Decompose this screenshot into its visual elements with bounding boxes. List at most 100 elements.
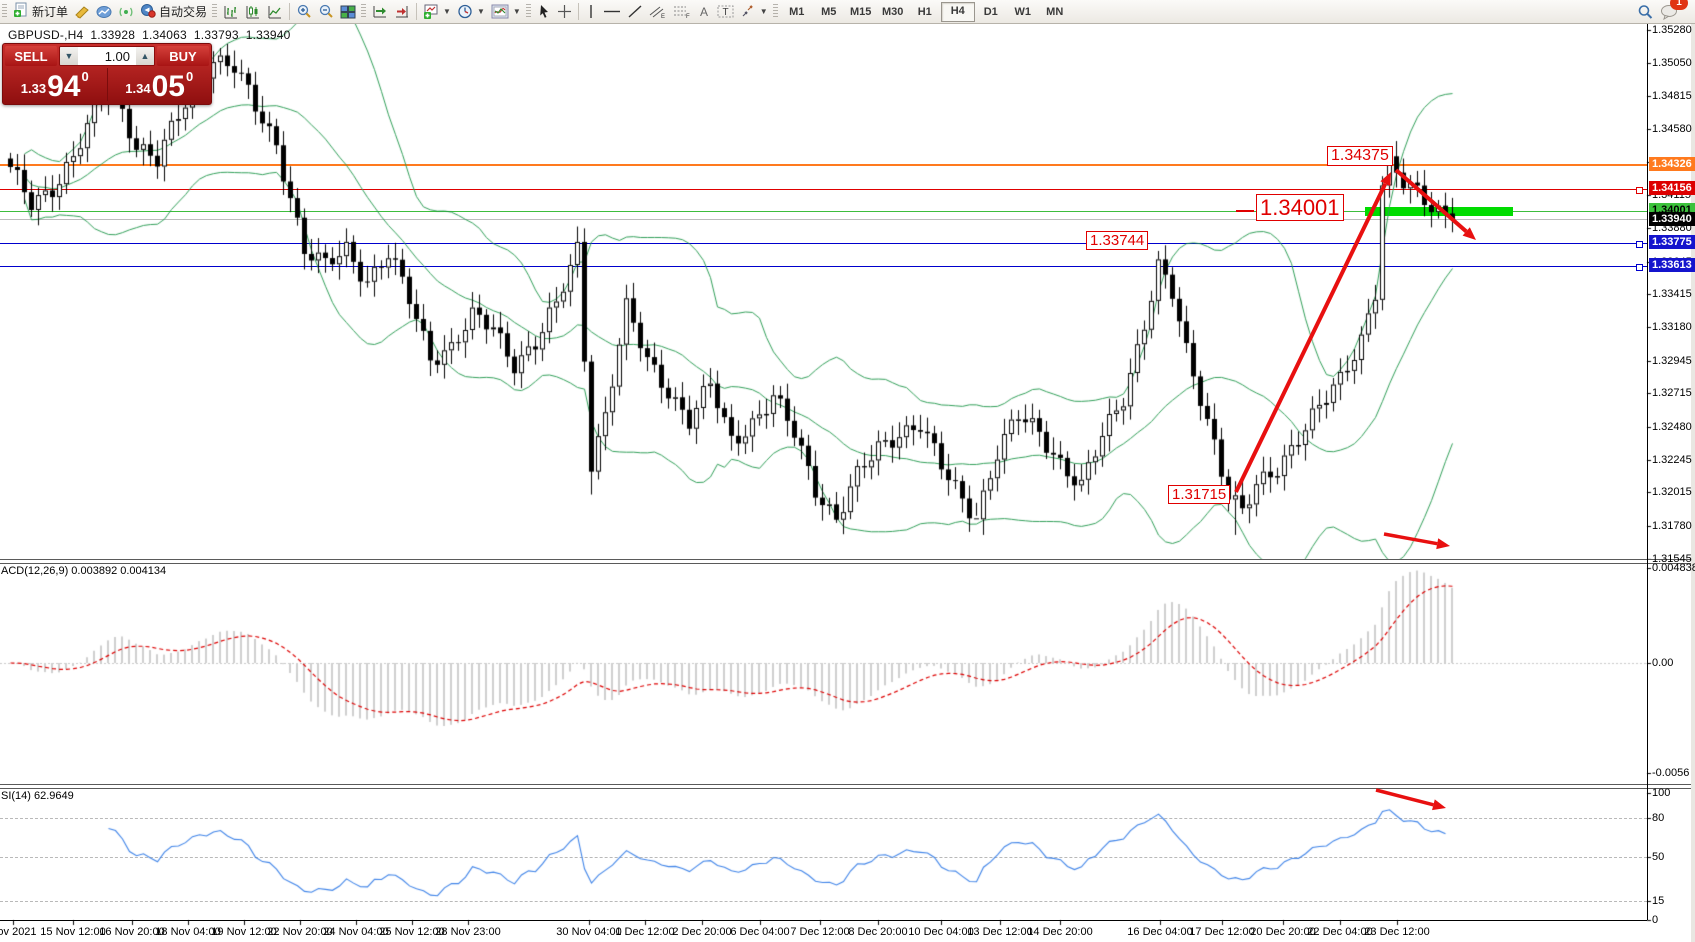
volume-decrease-button[interactable]: ▼ [60, 47, 78, 65]
price-tick-label: 1.32245 [1652, 454, 1692, 466]
time-axis-label: 6 Dec 04:00 [730, 926, 789, 938]
candlestick-mode-button[interactable] [242, 2, 264, 21]
metaeditor-button[interactable] [71, 2, 93, 21]
text-icon: A [697, 4, 711, 19]
new-chart-button[interactable]: ▼ [420, 2, 454, 21]
market-watch-button[interactable] [93, 2, 115, 21]
price-tick-label: 1.32715 [1652, 387, 1692, 399]
channel-tool-button[interactable]: E [646, 2, 670, 21]
dropdown-caret-icon: ▼ [760, 7, 768, 16]
arrows-tool-button[interactable]: ▼ [737, 2, 771, 21]
auto-scroll-button[interactable] [369, 2, 391, 21]
toolbar-grip[interactable] [526, 4, 531, 19]
volume-increase-button[interactable]: ▲ [136, 47, 154, 65]
timeframe-m15-button[interactable]: M15 [845, 3, 877, 21]
indicators-icon [491, 4, 509, 19]
timeframe-m30-button[interactable]: M30 [877, 3, 909, 21]
tile-windows-button[interactable] [337, 2, 359, 21]
cursor-icon [537, 4, 551, 19]
time-axis-label: 8 Dec 20:00 [848, 926, 907, 938]
signals-button[interactable] [115, 2, 137, 21]
time-axis-label: 16 Dec 04:00 [1127, 926, 1192, 938]
text-label-tool-button[interactable]: T [714, 2, 737, 21]
volume-input[interactable] [78, 47, 136, 65]
zoom-in-button[interactable] [293, 2, 315, 21]
timeframe-d1-button[interactable]: D1 [975, 3, 1007, 21]
time-axis-label: 28 Nov 23:00 [435, 926, 500, 938]
trendline-icon [627, 4, 643, 19]
toolbar-grip[interactable] [212, 4, 217, 19]
annotation-133744[interactable]: 1.33744 [1086, 231, 1148, 250]
toolbar-grip[interactable] [2, 4, 7, 19]
buy-button[interactable]: BUY [157, 46, 209, 66]
timeframe-m1-button[interactable]: M1 [781, 3, 813, 21]
time-axis-label: 23 Dec 12:00 [1364, 926, 1429, 938]
zoom-out-button[interactable] [315, 2, 337, 21]
time-axis-label: 15 Nov 12:00 [40, 926, 105, 938]
price-tick-label: 1.35050 [1652, 57, 1692, 69]
buy-price-main: 05 [152, 74, 185, 100]
hline-blue-2-handle[interactable] [1636, 264, 1643, 271]
chart-shift-button[interactable] [391, 2, 413, 21]
sell-price-pipette: 0 [81, 69, 88, 84]
search-button[interactable] [1634, 2, 1657, 21]
bar-chart-mode-button[interactable] [220, 2, 242, 21]
price-chart-canvas[interactable] [0, 0, 1695, 942]
sell-price-display[interactable]: 1.33 94 0 [3, 68, 108, 101]
timeframe-bar: M1M5M15M30H1H4D1W1MN [781, 2, 1071, 22]
time-axis-label: Nov 2021 [0, 926, 37, 938]
horizontal-line-tool-button[interactable] [600, 2, 624, 21]
sell-price-main: 94 [47, 74, 80, 100]
ohlc-close: 1.33940 [246, 28, 291, 42]
timeframe-h4-button[interactable]: H4 [941, 2, 975, 22]
sell-button[interactable]: SELL [5, 46, 57, 66]
annotation-131715[interactable]: 1.31715 [1168, 485, 1230, 504]
price-tick-label: 1.34815 [1652, 90, 1692, 102]
timeframe-h1-button[interactable]: H1 [909, 3, 941, 21]
time-axis-line [0, 920, 1647, 921]
cursor-tool-button[interactable] [534, 2, 554, 21]
line-chart-mode-button[interactable] [264, 2, 286, 21]
buy-price-display[interactable]: 1.34 05 0 [108, 68, 212, 101]
ohlc-low: 1.33793 [194, 28, 239, 42]
timeframe-w1-button[interactable]: W1 [1007, 3, 1039, 21]
rsi-indicator-label: SI(14) 62.9649 [1, 790, 74, 802]
macd-pane-separator[interactable] [0, 559, 1695, 564]
time-axis-label: 14 Dec 20:00 [1027, 926, 1092, 938]
vertical-line-icon [585, 4, 597, 19]
new-order-button[interactable]: 新订单 [10, 2, 71, 21]
main-toolbar: 新订单 自动交易 [0, 0, 1695, 24]
crosshair-icon [557, 4, 572, 19]
toolbar-grip[interactable] [773, 4, 778, 19]
price-tick-label: 1.33180 [1652, 321, 1692, 333]
vertical-line-tool-button[interactable] [582, 2, 600, 21]
time-axis-label: 13 Dec 12:00 [967, 926, 1032, 938]
symbol-timeframe-label: GBPUSD-,H4 [8, 28, 83, 42]
timeframe-m5-button[interactable]: M5 [813, 3, 845, 21]
search-icon [1637, 4, 1654, 20]
annotation-134375[interactable]: 1.34375 [1327, 146, 1393, 166]
price-tick-label: 1.32480 [1652, 421, 1692, 433]
horizontal-line-icon [603, 4, 621, 19]
fibonacci-tool-button[interactable]: F [670, 2, 694, 21]
time-axis-label: 2 Dec 20:00 [672, 926, 731, 938]
indicators-button[interactable]: ▼ [488, 2, 524, 21]
timeframe-mn-button[interactable]: MN [1039, 3, 1071, 21]
time-axis-label: 10 Dec 04:00 [908, 926, 973, 938]
notifications-button[interactable]: 1 [1657, 2, 1681, 21]
trendline-tool-button[interactable] [624, 2, 646, 21]
buy-price-pipette: 0 [186, 69, 193, 84]
periods-button[interactable]: ▼ [454, 2, 488, 21]
rsi-pane-separator[interactable] [0, 784, 1695, 789]
metaeditor-icon [74, 5, 90, 19]
annotation-134001[interactable]: 1.34001 [1256, 194, 1344, 221]
zoom-in-icon [296, 4, 312, 19]
text-tool-button[interactable]: A [694, 2, 714, 21]
hline-red-handle[interactable] [1636, 187, 1643, 194]
text-label-icon: T [717, 4, 734, 19]
toolbar-grip[interactable] [361, 4, 366, 19]
crosshair-tool-button[interactable] [554, 2, 575, 21]
autotrade-icon [140, 3, 156, 21]
autotrade-button[interactable]: 自动交易 [137, 2, 210, 21]
hline-blue-1-handle[interactable] [1636, 241, 1643, 248]
